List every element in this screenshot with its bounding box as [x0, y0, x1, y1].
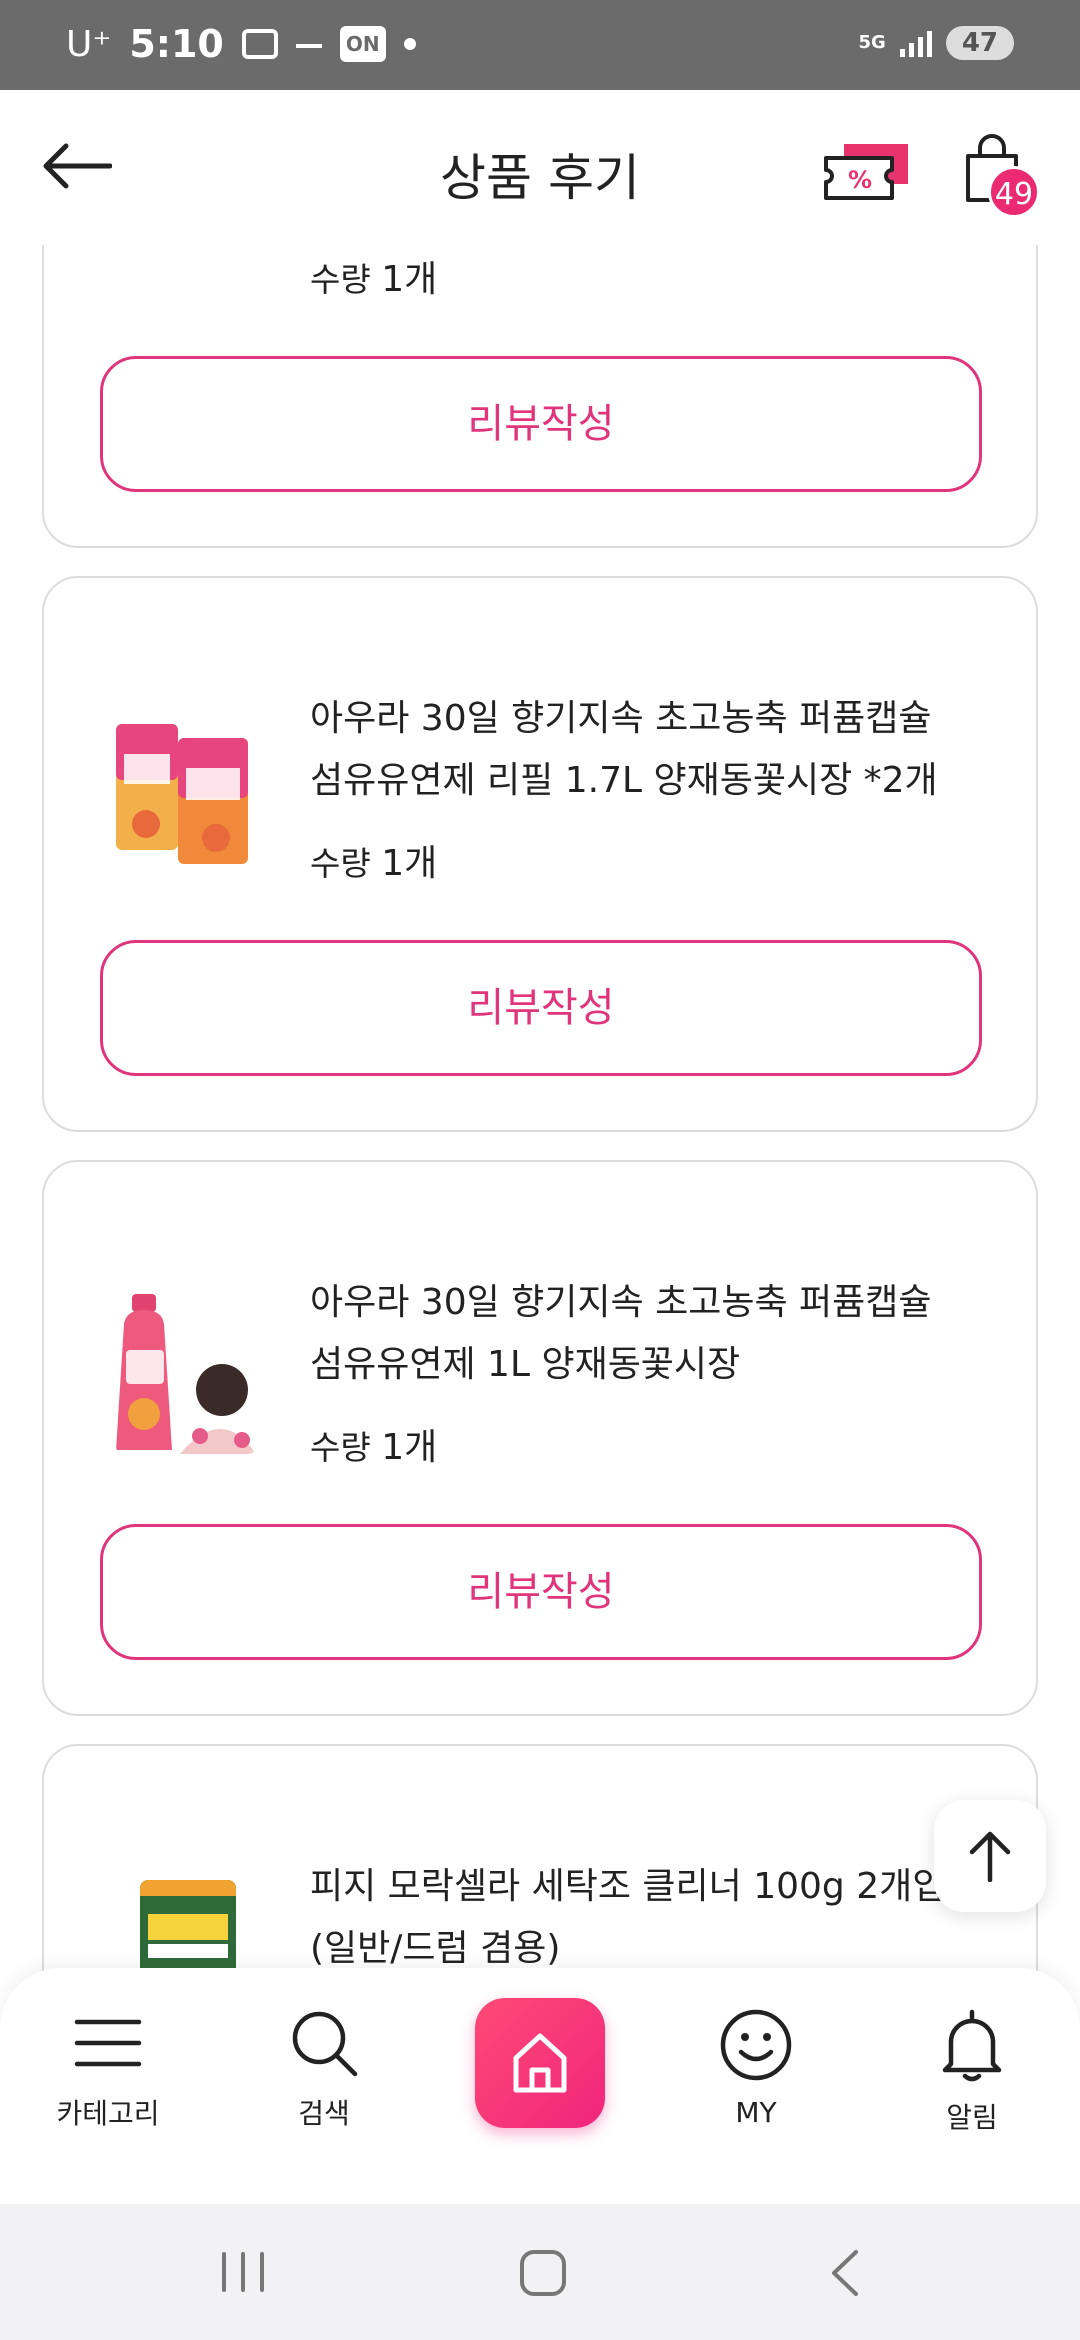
product-pouch-image	[116, 724, 248, 864]
dot-icon	[403, 38, 416, 50]
write-review-button[interactable]: 리뷰작성	[100, 940, 982, 1076]
order-item-card: 아우라 30일 향기지속 초고농축 퍼퓸캡슐 섬유유연제 리필 1.7L 양재동…	[42, 576, 1038, 1132]
gallery-icon	[241, 29, 278, 59]
scroll-top-button[interactable]	[934, 1800, 1046, 1912]
nav-search-label: 검색	[298, 2097, 350, 2130]
product-image	[116, 714, 256, 864]
write-review-button[interactable]: 리뷰작성	[100, 1524, 982, 1660]
status-left: U⁺ 5:10 ON	[66, 22, 416, 66]
quantity-text: 수량 1개	[310, 250, 437, 302]
quantity-label: 수량	[310, 844, 371, 883]
nav-alarm-label: 알림	[946, 2101, 998, 2134]
status-bar: U⁺ 5:10 ON 5G 47	[0, 0, 1080, 90]
nav-search[interactable]: 검색	[234, 2008, 414, 2132]
product-image	[116, 1290, 256, 1454]
home-button[interactable]	[475, 1998, 605, 2128]
product-title-line: 섬유유연제 리필 1.7L 양재동꽃시장 *2개	[310, 760, 938, 801]
nav-my-label: MY	[735, 2096, 777, 2129]
bell-icon	[942, 2009, 1002, 2082]
product-title-line: 아우라 30일 향기지속 초고농축 퍼퓸캡슐	[310, 1282, 932, 1323]
clock: 5:10	[129, 22, 224, 66]
nav-category[interactable]: 카테고리	[18, 2008, 198, 2132]
write-review-button[interactable]: 리뷰작성	[100, 356, 982, 492]
status-right: 5G 47	[858, 26, 1014, 60]
on-badge: ON	[339, 26, 386, 62]
quantity-value: 1개	[381, 843, 438, 884]
svg-text:%: %	[848, 166, 872, 194]
quantity-label: 수량	[310, 1428, 371, 1467]
nav-my[interactable]: MY	[666, 2008, 846, 2129]
quantity-text: 수량 1개	[310, 1418, 437, 1470]
arrow-up-icon	[969, 1831, 1011, 1882]
product-title: 아우라 30일 향기지속 초고농축 퍼퓸캡슐 섬유유연제 리필 1.7L 양재동…	[310, 688, 1010, 812]
carrier-label: U⁺	[66, 23, 112, 65]
signal-icon	[899, 29, 932, 57]
product-bottle-image	[116, 1294, 256, 1454]
cart-count-badge: 49	[988, 166, 1040, 218]
search-icon	[292, 2011, 358, 2077]
quantity-label: 수량	[310, 260, 371, 299]
home-nav-icon[interactable]	[518, 2248, 568, 2298]
product-title-line: 피지 모락셀라 세탁조 클리너 100g 2개입	[310, 1866, 946, 1907]
app-header: 상품 후기 % 49	[0, 90, 1080, 245]
product-title: 아우라 30일 향기지속 초고농축 퍼퓸캡슐 섬유유연제 1L 양재동꽃시장	[310, 1272, 1010, 1396]
dash-icon	[295, 44, 322, 48]
battery-icon: 47	[945, 26, 1014, 60]
home-icon	[513, 2033, 567, 2093]
product-title: 피지 모락셀라 세탁조 클리너 100g 2개입 (일반/드럼 겸용)	[310, 1856, 1010, 1980]
product-title-line: 아우라 30일 향기지속 초고농축 퍼퓸캡슐	[310, 698, 932, 739]
system-navigation-bar	[0, 2204, 1080, 2340]
nav-alarm[interactable]: 알림	[882, 2008, 1062, 2136]
order-item-card: 아우라 30일 향기지속 초고농축 퍼퓸캡슐 섬유유연제 1L 양재동꽃시장 수…	[42, 1160, 1038, 1716]
page-title: 상품 후기	[440, 149, 640, 207]
back-nav-icon[interactable]	[824, 2248, 864, 2298]
recent-apps-icon[interactable]	[218, 2248, 268, 2296]
menu-icon	[74, 2019, 142, 2067]
quantity-value: 1개	[381, 259, 438, 300]
quantity-value: 1개	[381, 1427, 438, 1468]
product-title-line: 섬유유연제 1L 양재동꽃시장	[310, 1344, 741, 1385]
network-type-icon: 5G	[858, 32, 886, 53]
smiley-icon	[720, 2009, 792, 2081]
nav-category-label: 카테고리	[56, 2097, 160, 2130]
coupon-icon[interactable]: %	[822, 140, 912, 202]
quantity-text: 수량 1개	[310, 834, 437, 886]
bottom-navigation: 카테고리 검색 MY 알림	[0, 1968, 1080, 2204]
